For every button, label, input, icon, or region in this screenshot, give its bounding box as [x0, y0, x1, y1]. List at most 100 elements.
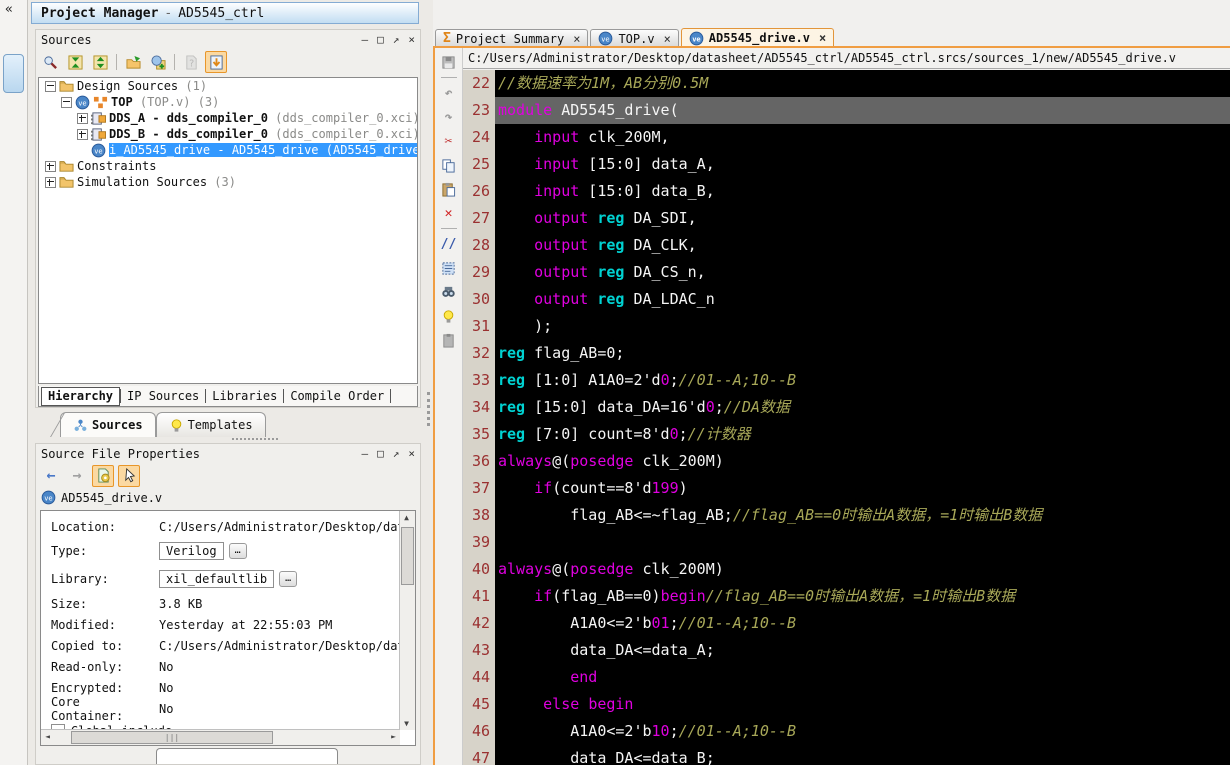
- code-line[interactable]: output reg DA_SDI,: [495, 205, 1230, 232]
- line-number[interactable]: 34: [463, 394, 495, 421]
- delete-button[interactable]: ✕: [438, 202, 460, 224]
- line-number[interactable]: 28: [463, 232, 495, 259]
- code-line[interactable]: reg [7:0] count=8'd0;//计数器: [495, 421, 1230, 448]
- copy-button[interactable]: [438, 154, 460, 176]
- close-button[interactable]: ×: [408, 34, 415, 45]
- expand-all-button[interactable]: [89, 51, 111, 73]
- scroll-up-icon[interactable]: ▲: [400, 511, 413, 524]
- property-input[interactable]: xil_defaultlib: [159, 570, 275, 588]
- code-line[interactable]: reg [15:0] data_DA=16'd0;//DA数据: [495, 394, 1230, 421]
- code-line[interactable]: output reg DA_CS_n,: [495, 259, 1230, 286]
- back-button[interactable]: ←: [40, 465, 62, 487]
- code-line[interactable]: );: [495, 313, 1230, 340]
- code-line[interactable]: if(count==8'd199): [495, 475, 1230, 502]
- redo-button[interactable]: ↷: [438, 106, 460, 128]
- scroll-left-icon[interactable]: ◄: [41, 730, 54, 743]
- editor-tab-ad5545-drive-v[interactable]: ve AD5545_drive.v ×: [680, 28, 835, 47]
- code-line[interactable]: A1A0<=2'b10;//01--A;10--B: [495, 718, 1230, 745]
- code-line[interactable]: input [15:0] data_B,: [495, 178, 1230, 205]
- browse-button[interactable]: …: [279, 571, 298, 587]
- line-number[interactable]: 45: [463, 691, 495, 718]
- properties-bottom-tab-partial[interactable]: [156, 748, 338, 764]
- line-number[interactable]: 25: [463, 151, 495, 178]
- block-select-button[interactable]: [438, 257, 460, 279]
- line-number[interactable]: 27: [463, 205, 495, 232]
- properties-horizontal-scrollbar[interactable]: ◄ ||| ►: [41, 729, 400, 745]
- browse-button[interactable]: …: [228, 543, 247, 559]
- comment-button[interactable]: //: [438, 233, 460, 255]
- line-number[interactable]: 32: [463, 340, 495, 367]
- code-line-current[interactable]: module AD5545_drive(: [495, 97, 1230, 124]
- line-number[interactable]: 30: [463, 286, 495, 313]
- code-line[interactable]: flag_AB<=~flag_AB;//flag_AB==0时输出A数据，=1时…: [495, 502, 1230, 529]
- line-number[interactable]: 36: [463, 448, 495, 475]
- line-number[interactable]: 33: [463, 367, 495, 394]
- close-icon[interactable]: ×: [573, 32, 580, 46]
- tree-item[interactable]: ve TOP (TOP.v) (3): [39, 94, 417, 110]
- collapse-icon[interactable]: [61, 96, 72, 108]
- line-number[interactable]: 31: [463, 313, 495, 340]
- code-line[interactable]: else begin: [495, 691, 1230, 718]
- line-number[interactable]: 35: [463, 421, 495, 448]
- find-replace-button[interactable]: [438, 281, 460, 303]
- line-number[interactable]: 39: [463, 529, 495, 556]
- line-number[interactable]: 22: [463, 70, 495, 97]
- code-line[interactable]: [495, 529, 1230, 556]
- view-tab-libraries[interactable]: Libraries: [206, 388, 283, 405]
- code-line[interactable]: output reg DA_LDAC_n: [495, 286, 1230, 313]
- code-line[interactable]: input [15:0] data_A,: [495, 151, 1230, 178]
- tree-item-selected[interactable]: ve i_AD5545_drive - AD5545_drive (AD5545_…: [39, 142, 417, 158]
- property-input[interactable]: Verilog: [159, 542, 224, 560]
- line-number[interactable]: 37: [463, 475, 495, 502]
- collapse-pane-button[interactable]: «: [5, 2, 13, 17]
- scroll-down-icon[interactable]: ▼: [400, 717, 413, 730]
- panel-tab-sources[interactable]: Sources: [60, 412, 156, 437]
- tree-item[interactable]: Simulation Sources (3): [39, 174, 417, 190]
- float-button[interactable]: ↗: [393, 448, 400, 459]
- code-line[interactable]: reg flag_AB=0;: [495, 340, 1230, 367]
- tree-item[interactable]: DDS_A - dds_compiler_0 (dds_compiler_0.x…: [39, 110, 417, 126]
- collapse-icon[interactable]: [45, 80, 56, 92]
- panel-tab-templates[interactable]: Templates: [155, 412, 266, 437]
- code-line[interactable]: always@(posedge clk_200M): [495, 556, 1230, 583]
- splitter-handle[interactable]: [232, 438, 278, 440]
- line-number[interactable]: 43: [463, 637, 495, 664]
- view-tab-ip-sources[interactable]: IP Sources: [121, 388, 205, 405]
- line-number[interactable]: 23: [463, 97, 495, 124]
- code-line[interactable]: end: [495, 664, 1230, 691]
- scroll-to-selected-button[interactable]: [205, 51, 227, 73]
- code-line[interactable]: if(flag_AB==0)begin//flag_AB==0时输出A数据，=1…: [495, 583, 1230, 610]
- cursor-button[interactable]: [118, 464, 140, 487]
- minimize-button[interactable]: –: [362, 448, 369, 459]
- vertical-scroll-thumb[interactable]: [401, 527, 414, 585]
- tree-item[interactable]: DDS_B - dds_compiler_0 (dds_compiler_0.x…: [39, 126, 417, 142]
- properties-vertical-scrollbar[interactable]: ▲ ▼: [399, 511, 415, 730]
- close-icon[interactable]: ×: [819, 31, 826, 45]
- code-line[interactable]: reg [1:0] A1A0=2'd0;//01--A;10--B: [495, 367, 1230, 394]
- float-button[interactable]: ↗: [393, 34, 400, 45]
- readonly-clipboard-button[interactable]: [438, 329, 460, 351]
- gear-doc-button[interactable]: [92, 464, 114, 487]
- maximize-button[interactable]: □: [377, 34, 384, 45]
- minimize-button[interactable]: –: [362, 34, 369, 45]
- cut-button[interactable]: ✂: [438, 130, 460, 152]
- flow-navigator-collapsed-button[interactable]: [3, 54, 24, 93]
- help-doc-button[interactable]: ?: [180, 51, 202, 73]
- code-line[interactable]: //数据速率为1M，AB分别0.5M: [495, 70, 1230, 97]
- add-sources-button[interactable]: [122, 51, 144, 73]
- code-line[interactable]: output reg DA_CLK,: [495, 232, 1230, 259]
- search-button[interactable]: [39, 51, 61, 73]
- close-button[interactable]: ×: [408, 448, 415, 459]
- tree-item[interactable]: Design Sources (1): [39, 78, 417, 94]
- line-number[interactable]: 26: [463, 178, 495, 205]
- line-number[interactable]: 46: [463, 718, 495, 745]
- expand-icon[interactable]: [45, 176, 56, 188]
- paste-button[interactable]: [438, 178, 460, 200]
- vertical-splitter[interactable]: [425, 0, 433, 765]
- line-number[interactable]: 42: [463, 610, 495, 637]
- view-tab-hierarchy[interactable]: Hierarchy: [41, 386, 121, 406]
- horizontal-scroll-thumb[interactable]: |||: [71, 731, 273, 744]
- scroll-right-icon[interactable]: ►: [387, 730, 400, 743]
- undo-button[interactable]: ↶: [438, 82, 460, 104]
- line-number[interactable]: 44: [463, 664, 495, 691]
